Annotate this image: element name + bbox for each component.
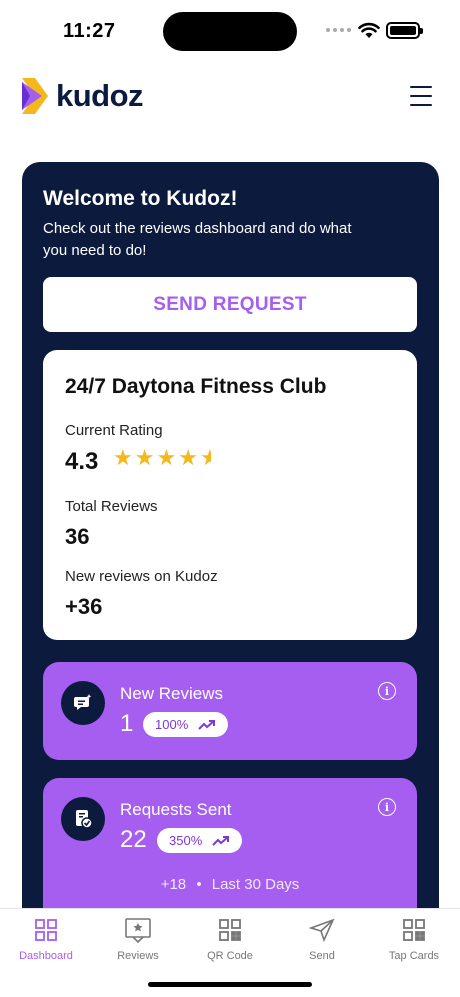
requests-period: Last 30 Days — [211, 876, 300, 893]
new-reviews-kudoz-value: +36 — [65, 594, 103, 619]
rating-stars: ★ ★ ★ ★ ★ — [113, 446, 211, 471]
qr-code-icon — [219, 919, 241, 941]
nav-label: Dashboard — [19, 950, 73, 962]
nav-reviews[interactable]: Reviews — [92, 917, 184, 962]
welcome-title: Welcome to Kudoz! — [43, 187, 238, 210]
nav-label: Tap Cards — [388, 950, 440, 962]
welcome-subtitle: Check out the reviews dashboard and do w… — [43, 220, 352, 259]
stat-value: 1 — [120, 710, 134, 737]
star-icon: ★ — [134, 446, 155, 471]
dynamic-island — [163, 12, 297, 51]
change-percent: 100% — [155, 717, 189, 732]
change-badge: 100% — [143, 712, 229, 737]
stat-title: Requests Sent — [120, 800, 232, 819]
new-reviews-card[interactable]: New Reviews 1 100% i — [43, 662, 417, 760]
kudoz-logo-icon — [22, 78, 48, 114]
status-time: 11:27 — [63, 20, 116, 42]
wifi-icon — [358, 22, 380, 38]
business-name: 24/7 Daytona Fitness Club — [65, 375, 327, 398]
status-bar: 11:27 — [0, 0, 460, 62]
trend-up-icon — [212, 835, 230, 846]
nav-label: Reviews — [117, 950, 159, 962]
request-document-icon — [61, 797, 105, 841]
total-reviews-label: Total Reviews — [65, 498, 158, 515]
change-badge: 350% — [157, 828, 243, 853]
nav-send[interactable]: Send — [276, 917, 368, 962]
total-reviews-value: 36 — [65, 524, 90, 549]
info-icon[interactable]: i — [378, 682, 396, 700]
logo-text: kudoz — [56, 78, 144, 113]
new-reviews-kudoz-label: New reviews on Kudoz — [65, 568, 218, 585]
nav-label: Send — [309, 950, 335, 962]
review-chat-icon — [61, 681, 105, 725]
requests-sent-card[interactable]: Requests Sent 22 350% i +18 • Last 30 Da… — [43, 778, 417, 922]
signal-icon — [326, 28, 351, 32]
change-percent: 350% — [169, 833, 203, 848]
dashboard-icon — [35, 919, 57, 941]
nav-qr-code[interactable]: QR Code — [184, 917, 276, 962]
stat-title: New Reviews — [120, 684, 223, 703]
nav-dashboard[interactable]: Dashboard — [0, 917, 92, 962]
home-indicator — [148, 982, 312, 987]
current-rating-value: 4.3 — [65, 448, 99, 475]
info-icon[interactable]: i — [378, 798, 396, 816]
send-icon — [309, 918, 335, 942]
nav-tap-cards[interactable]: Tap Cards — [368, 917, 460, 962]
stat-value: 22 — [120, 826, 147, 853]
logo: kudoz — [22, 78, 144, 114]
requests-delta: +18 — [160, 876, 187, 893]
tap-cards-icon — [403, 919, 425, 941]
star-icon: ★ — [113, 446, 133, 471]
app-header: kudoz — [0, 70, 460, 126]
battery-icon — [386, 22, 423, 39]
dashboard-panel: Welcome to Kudoz! Check out the reviews … — [22, 162, 439, 922]
hamburger-menu-icon[interactable] — [410, 86, 432, 106]
reviews-icon — [125, 918, 151, 943]
send-request-button[interactable]: SEND REQUEST — [43, 277, 417, 332]
business-card: 24/7 Daytona Fitness Club Current Rating… — [43, 350, 417, 640]
star-icon: ★ — [178, 446, 198, 471]
requests-period-summary: +18 • Last 30 Days — [160, 876, 300, 893]
star-icon: ★ — [156, 446, 177, 471]
nav-label: QR Code — [207, 950, 253, 962]
trend-up-icon — [198, 719, 216, 730]
half-star-icon: ★ — [200, 448, 211, 470]
current-rating-label: Current Rating — [65, 422, 163, 439]
